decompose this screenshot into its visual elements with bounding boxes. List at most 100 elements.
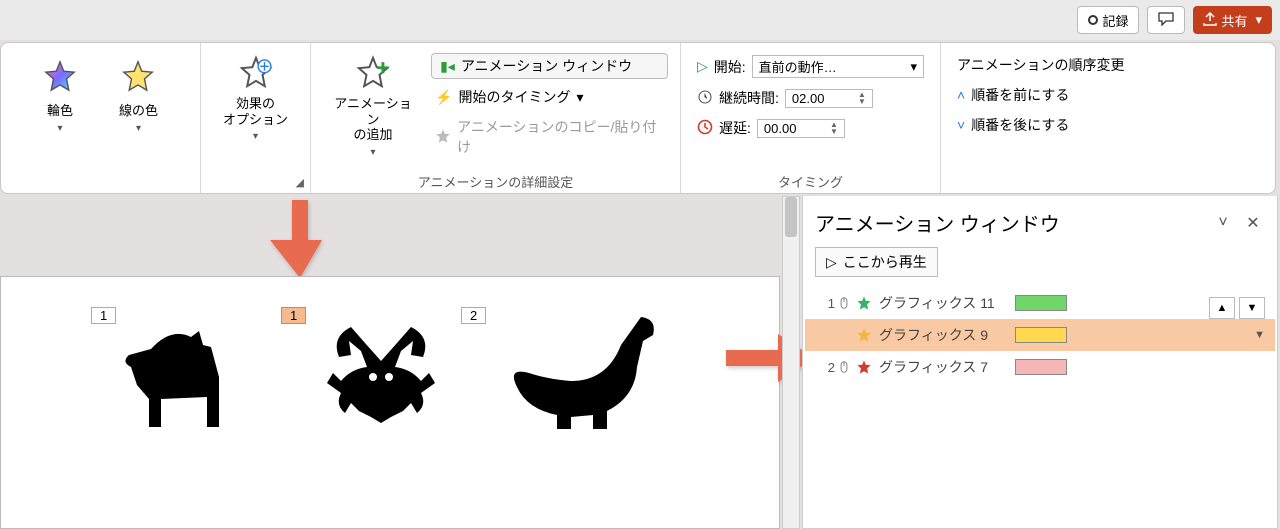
add-animation-button[interactable]: アニメーション の追加 ▾ [323, 49, 423, 168]
move-later-button[interactable]: ˅ 順番を後にする [953, 113, 1263, 137]
fill-color-label: 輪色 [47, 100, 73, 119]
group-label-timing: タイミング [693, 168, 928, 191]
item-number: 2 [821, 360, 835, 375]
item-menu-button[interactable]: ▼ [1254, 329, 1265, 341]
play-from-label: ここから再生 [843, 252, 927, 272]
annotation-arrow-down [270, 200, 330, 280]
animation-tag[interactable]: 1 [281, 307, 306, 324]
chevron-down-icon: ▾ [910, 59, 917, 75]
move-earlier-label: 順番を前にする [971, 85, 1069, 105]
animation-list-item[interactable]: 2 グラフィックス 7 [805, 351, 1275, 383]
star-gear-icon [239, 55, 273, 92]
animation-pane: アニメーション ウィンドウ ˅ ✕ ▷ ここから再生 ▲ ▼ 1グラフィックス … [802, 196, 1278, 529]
start-value: 直前の動作… [759, 57, 837, 76]
move-earlier-button[interactable]: ˄ 順番を前にする [953, 83, 1263, 107]
start-label: 開始: [714, 57, 746, 77]
record-icon [1088, 15, 1098, 25]
scrollbar-thumb[interactable] [785, 197, 797, 237]
shape-dog[interactable] [121, 327, 241, 437]
mouse-click-icon [835, 295, 853, 311]
ribbon-group-timing: ▷ 開始: 直前の動作… ▾ 継続時間: 02.00 ▲▼ 遅延: 0 [681, 43, 941, 193]
trigger-label: 開始のタイミング [459, 87, 571, 107]
animation-list-item[interactable]: グラフィックス 9 ▼ [805, 319, 1275, 351]
effect-star-icon [853, 327, 875, 343]
slide-canvas[interactable]: 1 1 2 [0, 276, 780, 529]
animation-pane-button[interactable]: ▮◂ アニメーション ウィンドウ [431, 53, 668, 79]
duration-row: 継続時間: 02.00 ▲▼ [693, 86, 928, 110]
clock-icon [697, 89, 713, 108]
ribbon-group-advanced: アニメーション の追加 ▾ ▮◂ アニメーション ウィンドウ ⚡ 開始のタイミン… [311, 43, 681, 193]
chevron-down-icon: ˅ [957, 117, 965, 133]
animation-painter-label: アニメーションのコピー/貼り付け [457, 117, 664, 157]
shape-dinosaur[interactable] [511, 317, 661, 437]
chevron-up-icon: ˄ [957, 87, 965, 103]
animation-list: 1グラフィックス 11 グラフィックス 9 ▼ 2 グラフィックス 7 [803, 287, 1277, 383]
group-label [953, 172, 1263, 191]
delay-value: 00.00 [764, 121, 797, 136]
vertical-scrollbar[interactable] [782, 196, 800, 529]
spinner-icon: ▲▼ [858, 91, 866, 105]
timeline-bar[interactable] [1015, 295, 1067, 311]
effect-star-icon [853, 359, 875, 375]
play-icon: ▷ [826, 254, 837, 271]
reorder-label: アニメーションの順序変更 [957, 55, 1124, 75]
start-row: ▷ 開始: 直前の動作… ▾ [693, 53, 928, 80]
duration-value: 02.00 [792, 91, 825, 106]
item-name: グラフィックス 11 [875, 293, 1015, 313]
chevron-down-icon: ▾ [253, 131, 258, 142]
delay-row: 遅延: 00.00 ▲▼ [693, 116, 928, 140]
comment-icon [1158, 12, 1174, 29]
timeline-bar[interactable] [1015, 327, 1067, 343]
pane-close-button[interactable]: ✕ [1241, 211, 1265, 235]
dialog-launcher[interactable]: ◢ [296, 176, 304, 189]
star-plus-icon [356, 55, 390, 92]
comments-button[interactable] [1147, 6, 1185, 34]
effect-options-label: 効果の オプション [223, 96, 288, 127]
effect-star-icon [853, 295, 875, 311]
bolt-icon: ⚡ [435, 89, 452, 106]
ribbon-group-colors: 輪色 ▾ 線の色 ▾ [1, 43, 201, 193]
trigger-button[interactable]: ⚡ 開始のタイミング ▾ [431, 85, 668, 109]
delay-label: 遅延: [719, 118, 751, 138]
item-name: グラフィックス 7 [875, 357, 1015, 377]
animation-pane-title: アニメーション ウィンドウ [815, 208, 1205, 237]
share-label: 共有 [1221, 11, 1247, 30]
chevron-down-icon: ▾ [371, 147, 376, 158]
timeline-bar[interactable] [1015, 359, 1067, 375]
pane-icon: ▮◂ [440, 58, 455, 75]
chevron-down-icon: ▾ [57, 123, 62, 134]
animation-tag[interactable]: 1 [91, 307, 116, 324]
delay-icon [697, 119, 713, 138]
ribbon-group-effect-options: 効果の オプション ▾ ◢ [201, 43, 311, 193]
reorder-header: アニメーションの順序変更 [953, 53, 1263, 77]
move-later-label: 順番を後にする [971, 115, 1069, 135]
animation-list-item[interactable]: 1グラフィックス 11 [805, 287, 1275, 319]
animation-tag[interactable]: 2 [461, 307, 486, 324]
mouse-click-icon [835, 359, 853, 375]
group-label-advanced: アニメーションの詳細設定 [323, 168, 668, 191]
animation-painter-button[interactable]: アニメーションのコピー/貼り付け [431, 115, 668, 159]
record-label: 記録 [1102, 11, 1128, 30]
spinner-icon: ▲▼ [830, 121, 838, 135]
record-button[interactable]: 記録 [1077, 6, 1139, 34]
effect-options-button[interactable]: 効果の オプション ▾ [213, 49, 298, 191]
line-color-label: 線の色 [119, 100, 158, 119]
animation-pane-label: アニメーション ウィンドウ [461, 56, 632, 76]
start-dropdown[interactable]: 直前の動作… ▾ [752, 55, 924, 78]
chevron-down-icon: ▾ [1255, 12, 1262, 28]
play-from-button[interactable]: ▷ ここから再生 [815, 247, 938, 277]
share-button[interactable]: 共有 ▾ [1193, 6, 1272, 34]
shape-line-color-button[interactable]: 線の色 ▾ [113, 55, 164, 138]
delay-spinner[interactable]: 00.00 ▲▼ [757, 119, 845, 138]
duration-label: 継続時間: [719, 88, 779, 108]
shape-fill-color-button[interactable]: 輪色 ▾ [37, 55, 83, 138]
pane-options-button[interactable]: ˅ [1211, 211, 1235, 235]
duration-spinner[interactable]: 02.00 ▲▼ [785, 89, 873, 108]
title-bar: 記録 共有 ▾ [0, 0, 1280, 40]
chevron-down-icon: ▾ [136, 123, 141, 134]
ribbon-group-reorder: アニメーションの順序変更 ˄ 順番を前にする ˅ 順番を後にする [941, 43, 1275, 193]
shape-crab[interactable] [321, 317, 451, 437]
star-yellow-icon [121, 59, 155, 96]
play-icon: ▷ [697, 58, 708, 75]
item-name: グラフィックス 9 [875, 325, 1015, 345]
